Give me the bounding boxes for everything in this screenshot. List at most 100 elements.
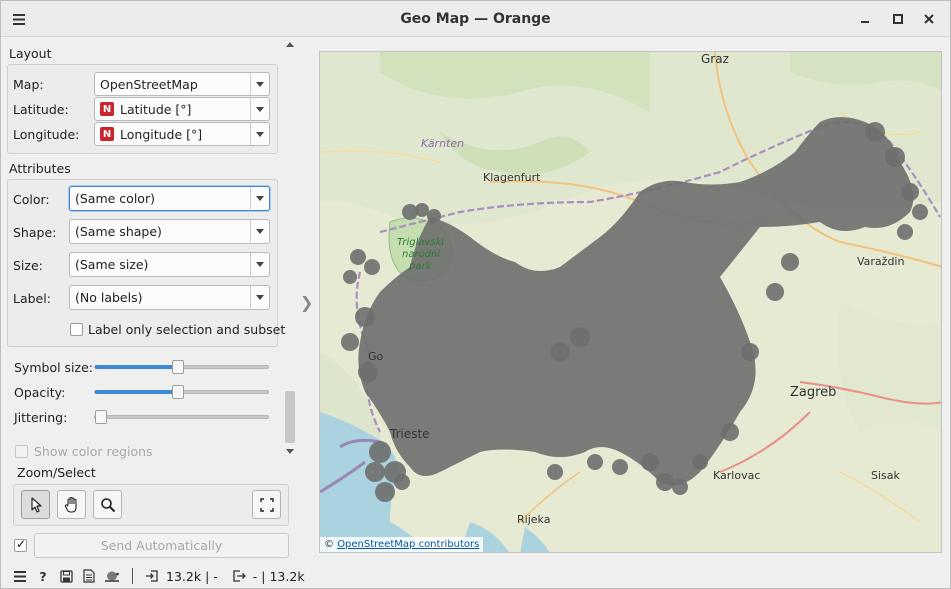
- layout-heading: Layout: [9, 46, 52, 61]
- latitude-combo[interactable]: N Latitude [°]: [94, 97, 270, 121]
- shape-combo[interactable]: (Same shape): [69, 219, 270, 244]
- symbol-size-label: Symbol size:: [14, 360, 93, 375]
- slider-handle[interactable]: [172, 360, 184, 374]
- map-label: Map:: [13, 77, 44, 92]
- chevron-down-icon: [250, 253, 269, 275]
- zoom-tool-button[interactable]: [93, 490, 122, 519]
- slider-fill: [95, 365, 179, 369]
- map-value: OpenStreetMap: [100, 76, 198, 92]
- zoom-to-fit-button[interactable]: [252, 490, 281, 519]
- map-label-rijeka: Rijeka: [517, 513, 550, 526]
- close-icon[interactable]: [919, 9, 939, 29]
- save-icon[interactable]: [55, 567, 77, 585]
- map-label-zagreb: Zagreb: [790, 385, 836, 400]
- send-automatically-button[interactable]: Send Automatically: [34, 533, 289, 558]
- input-suffix: | -: [205, 568, 218, 584]
- status-separator: [132, 568, 133, 584]
- label-only-selection-label: Label only selection and subset: [88, 322, 286, 337]
- magnifier-icon: [100, 497, 115, 512]
- symbol-size-slider[interactable]: [94, 360, 269, 374]
- label-value: (No labels): [75, 290, 143, 305]
- longitude-combo[interactable]: N Longitude [°]: [94, 122, 270, 146]
- maximize-icon[interactable]: [888, 9, 908, 29]
- map-label-klagenfurt: Klagenfurt: [483, 171, 541, 184]
- minimize-icon[interactable]: [855, 9, 875, 29]
- help-icon[interactable]: ?: [32, 567, 54, 585]
- zoom-select-heading: Zoom/Select: [17, 465, 96, 480]
- pointer-icon: [30, 496, 42, 513]
- scroll-thumb[interactable]: [285, 391, 295, 443]
- jittering-label: Jittering:: [14, 410, 68, 425]
- chevron-down-icon: [250, 98, 269, 120]
- map-canvas: Graz Kärnten Klagenfurt Triglavski narod…: [320, 52, 941, 552]
- zoom-select-box: [13, 484, 289, 526]
- control-panel-scrollbar[interactable]: [284, 38, 296, 460]
- map-label-triglav-1: Triglavski: [397, 237, 444, 248]
- map-label-trieste: Trieste: [389, 427, 430, 441]
- title-bar: Geo Map — Orange: [1, 1, 950, 37]
- latitude-label: Latitude:: [13, 102, 69, 117]
- input-count: 13.2k: [166, 568, 202, 584]
- snail-icon[interactable]: [101, 567, 123, 585]
- chevron-down-icon: [250, 286, 269, 308]
- map-label-karlovac: Karlovac: [713, 469, 760, 482]
- latitude-value: Latitude [°]: [120, 101, 192, 117]
- chevron-down-icon: [250, 187, 269, 209]
- longitude-label: Longitude:: [13, 127, 80, 142]
- report-icon[interactable]: [78, 567, 100, 585]
- fullscreen-icon: [259, 497, 274, 512]
- slider-fill: [95, 390, 179, 394]
- send-automatically-checkbox[interactable]: [14, 537, 27, 552]
- map-label-varazdin: Varaždin: [857, 255, 904, 268]
- attribution-link[interactable]: OpenStreetMap contributors: [337, 539, 479, 550]
- attributes-heading: Attributes: [9, 161, 71, 176]
- geo-map-window: Geo Map — Orange Layout Map: OpenStreetM…: [0, 0, 951, 589]
- map-attribution: © OpenStreetMap contributors: [320, 537, 484, 552]
- attribution-prefix: ©: [324, 539, 334, 550]
- map-label-karnten: Kärnten: [421, 137, 464, 150]
- label-only-selection-checkbox[interactable]: [70, 323, 83, 336]
- size-value: (Same size): [75, 257, 149, 272]
- color-value: (Same color): [75, 191, 155, 206]
- map-label-sisak: Sisak: [871, 469, 901, 482]
- slider-handle[interactable]: [95, 410, 107, 424]
- slider-handle[interactable]: [172, 385, 184, 399]
- chevron-down-icon: [250, 73, 269, 95]
- map-view[interactable]: Graz Kärnten Klagenfurt Triglavski narod…: [319, 51, 942, 553]
- show-color-regions-checkbox[interactable]: [15, 445, 28, 458]
- status-bar: ? 13.2k | - - | 13.2k: [1, 564, 950, 588]
- size-combo[interactable]: (Same size): [69, 252, 270, 277]
- longitude-value: Longitude [°]: [120, 126, 203, 142]
- size-label: Size:: [13, 258, 43, 273]
- scroll-down-icon[interactable]: [286, 449, 294, 454]
- menu-icon[interactable]: [9, 567, 31, 585]
- output-icon: [228, 567, 250, 585]
- input-icon: [141, 567, 163, 585]
- map-label-triglav-3: park: [408, 261, 433, 272]
- opacity-slider[interactable]: [94, 385, 269, 399]
- map-combo[interactable]: OpenStreetMap: [94, 72, 270, 96]
- numeric-variable-icon: N: [100, 127, 114, 141]
- label-label: Label:: [13, 291, 51, 306]
- window-title: Geo Map — Orange: [400, 11, 551, 27]
- map-label-graz: Graz: [701, 52, 729, 66]
- map-label-go: Go: [368, 350, 384, 363]
- show-color-regions-label: Show color regions: [34, 444, 153, 459]
- control-panel: Layout Map: OpenStreetMap Latitude: N La…: [1, 38, 297, 560]
- hand-icon: [64, 496, 77, 513]
- label-combo[interactable]: (No labels): [69, 285, 270, 310]
- map-label-triglav-2: narodni: [402, 249, 440, 260]
- scroll-up-icon[interactable]: [286, 42, 294, 47]
- pointer-tool-button[interactable]: [21, 490, 50, 519]
- pan-tool-button[interactable]: [57, 490, 86, 519]
- output-prefix: -: [252, 568, 258, 584]
- splitter-toggle-chevron-right-icon[interactable]: ❯: [300, 293, 313, 312]
- chevron-down-icon: [250, 123, 269, 145]
- color-combo[interactable]: (Same color): [69, 186, 270, 211]
- chevron-down-icon: [250, 220, 269, 242]
- numeric-variable-icon: N: [100, 102, 114, 116]
- jittering-slider[interactable]: [94, 410, 269, 424]
- color-label: Color:: [13, 192, 50, 207]
- opacity-label: Opacity:: [14, 385, 66, 400]
- shape-label: Shape:: [13, 225, 57, 240]
